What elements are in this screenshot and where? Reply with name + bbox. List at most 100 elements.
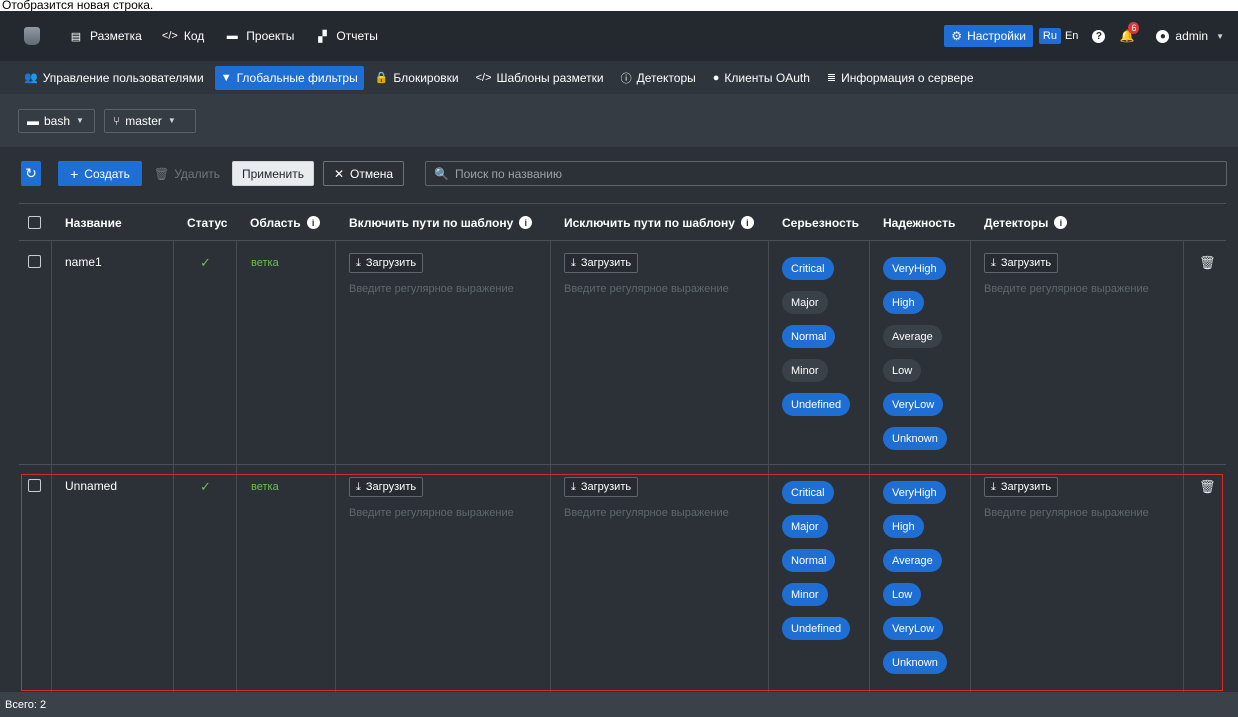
reliability-chip[interactable]: Low — [883, 359, 922, 382]
detectors-regex-input[interactable]: Введите регулярное выражение — [984, 507, 1149, 519]
column-header-include[interactable]: Включить пути по шаблону i — [342, 204, 533, 241]
include-regex-input[interactable]: Введите регулярное выражение — [349, 507, 514, 519]
reliability-chip[interactable]: Average — [883, 325, 942, 348]
nav-layout[interactable]: ▤ Разметка — [58, 11, 152, 61]
info-icon[interactable]: i — [519, 216, 533, 229]
nav-label: Проекты — [246, 29, 295, 43]
column-header-detectors[interactable]: Детекторы i — [977, 204, 1068, 241]
row-checkbox[interactable] — [28, 479, 41, 492]
column-header-severity[interactable]: Серьезность — [775, 204, 859, 241]
detectors-upload-button[interactable]: ⤓ Загрузить — [984, 253, 1059, 273]
subnav-oauth-clients[interactable]: ● Клиенты OAuth — [707, 66, 816, 90]
severity-chip[interactable]: Normal — [782, 549, 836, 572]
subnav-locks[interactable]: 🔒 Блокировки — [369, 66, 465, 90]
row-delete-icon[interactable]: 🗑 — [1199, 479, 1216, 495]
severity-chip[interactable]: Major — [782, 291, 828, 314]
severity-chip[interactable]: Minor — [782, 359, 828, 382]
reliability-chip[interactable]: High — [883, 515, 924, 538]
reliability-chip[interactable]: Unknown — [883, 651, 947, 674]
username: admin — [1175, 29, 1209, 43]
reliability-chip[interactable]: VeryHigh — [883, 257, 946, 280]
table-row[interactable]: name1 ✓ ветка ⤓ Загрузить Введите регуляр… — [19, 241, 1226, 465]
upload-icon: ⤓ — [991, 256, 996, 269]
reliability-chip[interactable]: High — [883, 291, 924, 314]
detectors-regex-input[interactable]: Введите регулярное выражение — [984, 283, 1149, 295]
severity-chip[interactable]: Major — [782, 515, 828, 538]
branch-bar: ▬ bash ▼ ⑂ master ▼ — [0, 94, 1238, 147]
refresh-button[interactable]: ↻ — [21, 161, 41, 186]
app-logo — [24, 27, 40, 45]
chevron-down-icon: ▼ — [76, 116, 84, 125]
create-label: Создать — [84, 166, 130, 181]
delete-button[interactable]: 🗑 Удалить — [151, 161, 223, 186]
nav-reports[interactable]: ▞ Отчеты — [304, 11, 387, 61]
reliability-chip[interactable]: VeryHigh — [883, 481, 946, 504]
info-icon[interactable]: i — [740, 216, 754, 229]
severity-chip[interactable]: Undefined — [782, 617, 851, 640]
nav-projects[interactable]: ▬ Проекты — [214, 11, 304, 61]
include-upload-button[interactable]: ⤓ Загрузить — [349, 477, 424, 497]
filters-panel: ↻ + Создать 🗑 Удалить Применить ✕ Отмена… — [0, 147, 1238, 692]
column-label: Включить пути по шаблону — [349, 215, 514, 230]
column-header-scope[interactable]: Область i — [243, 204, 320, 241]
subnav-templates[interactable]: </> Шаблоны разметки — [470, 66, 610, 90]
select-all-checkbox[interactable] — [28, 216, 41, 229]
subnav-server-info[interactable]: ≣ Информация о сервере — [821, 66, 980, 90]
severity-chip[interactable]: Critical — [782, 257, 834, 280]
notifications-button[interactable]: 🔔 6 — [1119, 22, 1140, 43]
filters-table: Название Статус Область i Включить пути п… — [19, 203, 1226, 692]
code-icon: </> — [161, 30, 178, 42]
row-checkbox[interactable] — [28, 255, 41, 268]
users-icon: 👥 — [24, 72, 38, 84]
branch-value: master — [125, 113, 162, 128]
reliability-chip[interactable]: Low — [883, 583, 922, 606]
exclude-regex-input[interactable]: Введите регулярное выражение — [564, 283, 729, 295]
exclude-upload-button[interactable]: ⤓ Загрузить — [564, 253, 639, 273]
caption-text: Отобразится новая строка. — [0, 0, 1238, 11]
search-input[interactable]: 🔍 Поиск по названию — [425, 161, 1227, 186]
settings-button[interactable]: ⚙ Настройки — [944, 25, 1033, 47]
search-icon: 🔍 — [434, 166, 449, 181]
create-button[interactable]: + Создать — [58, 161, 142, 186]
info-icon[interactable]: i — [1054, 216, 1068, 229]
close-icon: ✕ — [333, 166, 344, 181]
subnav-detectors[interactable]: ⓘ Детекторы — [615, 66, 702, 90]
table-footer: Всего: 2 — [0, 692, 1238, 717]
subnav-global-filters[interactable]: ▼ Глобальные фильтры — [214, 65, 364, 90]
severity-chip[interactable]: Critical — [782, 481, 834, 504]
row-delete-icon[interactable]: 🗑 — [1199, 255, 1216, 271]
exclude-upload-button[interactable]: ⤓ Загрузить — [564, 477, 639, 497]
column-header-status[interactable]: Статус — [180, 204, 227, 241]
reliability-chip[interactable]: VeryLow — [883, 393, 944, 416]
table-row[interactable]: Unnamed ✓ ветка ⤓ Загрузить Введите регул… — [19, 465, 1226, 689]
delete-label: Удалить — [174, 166, 221, 181]
lang-ru-button[interactable]: Ru — [1038, 28, 1061, 44]
nav-code[interactable]: </> Код — [152, 11, 214, 61]
help-icon[interactable]: ? — [1092, 29, 1106, 43]
column-header-reliability[interactable]: Надежность — [876, 204, 955, 241]
lang-en-button[interactable]: En — [1065, 30, 1078, 42]
cancel-label: Отмена — [350, 166, 394, 181]
repo-select[interactable]: ▬ bash ▼ — [18, 108, 95, 133]
cancel-button[interactable]: ✕ Отмена — [323, 161, 404, 186]
column-header-name[interactable]: Название — [58, 204, 122, 241]
exclude-regex-input[interactable]: Введите регулярное выражение — [564, 507, 729, 519]
reliability-chip[interactable]: VeryLow — [883, 617, 944, 640]
chevron-down-icon: ▼ — [1216, 31, 1224, 41]
reliability-chip[interactable]: Average — [883, 549, 942, 572]
severity-chip[interactable]: Undefined — [782, 393, 851, 416]
detectors-upload-button[interactable]: ⤓ Загрузить — [984, 477, 1059, 497]
include-regex-input[interactable]: Введите регулярное выражение — [349, 283, 514, 295]
info-icon[interactable]: i — [306, 216, 320, 229]
user-menu[interactable]: ● admin ▼ — [1156, 29, 1224, 43]
apply-button[interactable]: Применить — [232, 161, 314, 186]
severity-chip[interactable]: Normal — [782, 325, 836, 348]
column-header-exclude[interactable]: Исключить пути по шаблону i — [557, 204, 754, 241]
severity-chip[interactable]: Minor — [782, 583, 828, 606]
branch-select[interactable]: ⑂ master ▼ — [104, 108, 196, 133]
table-header: Название Статус Область i Включить пути п… — [19, 203, 1226, 241]
subnav-users[interactable]: 👥 Управление пользователями — [18, 66, 210, 90]
reliability-chip[interactable]: Unknown — [883, 427, 947, 450]
include-upload-button[interactable]: ⤓ Загрузить — [349, 253, 424, 273]
upload-icon: ⤓ — [356, 256, 361, 269]
